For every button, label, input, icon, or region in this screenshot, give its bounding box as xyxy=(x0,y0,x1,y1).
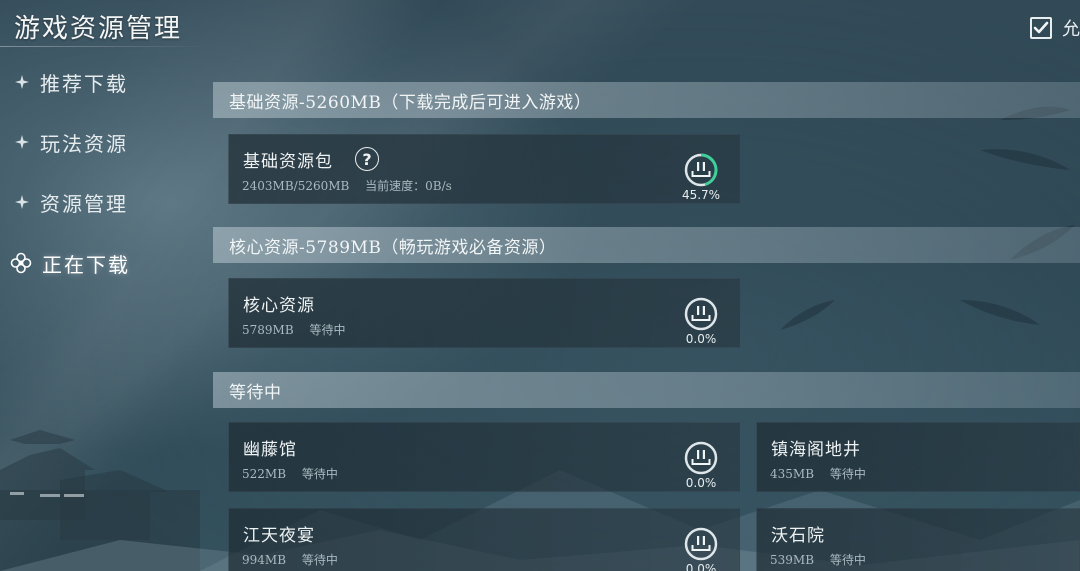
flower-icon xyxy=(10,252,32,274)
pause-icon xyxy=(691,306,711,321)
auto-download-toggle[interactable]: 允 xyxy=(1030,16,1080,40)
resource-name: 基础资源包 xyxy=(243,152,333,172)
resource-size: 5789MB xyxy=(242,323,294,337)
progress-percent: 0.0% xyxy=(685,476,717,490)
resource-size: 522MB xyxy=(242,467,287,481)
sidebar-item-label: 资源管理 xyxy=(40,191,128,216)
page-title: 游戏资源管理 xyxy=(14,14,183,44)
sidebar-item-label: 正在下载 xyxy=(42,252,130,277)
resource-meta: 994MB 等待中 xyxy=(242,551,338,568)
resource-status: 等待中 xyxy=(301,553,338,567)
sidebar-item-label: 推荐下载 xyxy=(40,71,128,96)
sidebar-item-label: 玩法资源 xyxy=(40,131,128,156)
resource-name: 镇海阁地井 xyxy=(771,440,861,460)
progress-ring xyxy=(684,297,718,331)
download-card-core[interactable]: 核心资源 5789MB 等待中 0.0% xyxy=(228,278,740,348)
progress-percent: 0.0% xyxy=(685,562,717,571)
sidebar-item-resource-management[interactable]: 资源管理 xyxy=(14,184,194,220)
resource-size: 994MB xyxy=(242,553,287,567)
resource-name: 幽藤馆 xyxy=(243,440,297,460)
sparkle-icon xyxy=(15,75,29,89)
pause-button[interactable]: 0.0% xyxy=(681,441,721,493)
sidebar-item-gameplay[interactable]: 玩法资源 xyxy=(14,124,194,160)
download-card-woshiyuan[interactable]: 沃石院 539MB 等待中 xyxy=(756,508,1080,571)
progress-percent: 45.7% xyxy=(681,188,721,202)
checkbox[interactable] xyxy=(1030,17,1052,39)
resource-name: 核心资源 xyxy=(243,296,315,316)
resource-meta: 2403MB/5260MB 当前速度：0B/s xyxy=(242,177,452,194)
download-speed: 当前速度：0B/s xyxy=(365,179,452,193)
resource-size: 435MB xyxy=(770,467,815,481)
pause-icon xyxy=(691,162,711,177)
download-card-jiangtianyeyan[interactable]: 江天夜宴 994MB 等待中 0.0% xyxy=(228,508,740,571)
resource-status: 等待中 xyxy=(829,553,866,567)
resource-size: 2403MB/5260MB xyxy=(242,179,350,193)
sparkle-icon xyxy=(15,135,29,149)
sidebar-item-downloading[interactable]: 正在下载 xyxy=(10,245,190,281)
resource-meta: 522MB 等待中 xyxy=(242,465,338,482)
sparkle-icon xyxy=(15,195,29,209)
pause-icon xyxy=(691,536,711,551)
progress-percent: 0.0% xyxy=(685,332,717,346)
resource-name: 沃石院 xyxy=(771,526,825,546)
progress-ring xyxy=(684,527,718,561)
resource-meta: 435MB 等待中 xyxy=(770,465,866,482)
resource-name: 江天夜宴 xyxy=(243,526,315,546)
resource-status: 等待中 xyxy=(301,467,338,481)
resource-meta: 5789MB 等待中 xyxy=(242,321,346,338)
pause-button[interactable]: 0.0% xyxy=(681,297,721,349)
section-header-core: 核心资源-5789MB（畅玩游戏必备资源） xyxy=(213,227,1080,263)
section-header-base: 基础资源-5260MB（下载完成后可进入游戏） xyxy=(213,82,1080,118)
progress-ring xyxy=(684,153,718,187)
resource-size: 539MB xyxy=(770,553,815,567)
help-button[interactable]: ? xyxy=(355,147,379,171)
download-card-zhenhaige[interactable]: 镇海阁地井 435MB 等待中 xyxy=(756,422,1080,492)
progress-ring xyxy=(684,441,718,475)
section-header-waiting: 等待中 xyxy=(213,372,1080,408)
pause-button[interactable]: 0.0% xyxy=(681,527,721,571)
toggle-label: 允 xyxy=(1062,19,1080,40)
download-card-youtengguan[interactable]: 幽藤馆 522MB 等待中 0.0% xyxy=(228,422,740,492)
title-underline xyxy=(0,46,210,47)
pause-button[interactable]: 45.7% xyxy=(681,153,721,205)
resource-meta: 539MB 等待中 xyxy=(770,551,866,568)
resource-status: 等待中 xyxy=(829,467,866,481)
resource-status: 等待中 xyxy=(309,323,346,337)
checkmark-icon xyxy=(1033,21,1049,34)
sidebar-item-recommended[interactable]: 推荐下载 xyxy=(14,64,194,100)
pause-icon xyxy=(691,450,711,465)
download-card-base-pack[interactable]: 基础资源包 ? 2403MB/5260MB 当前速度：0B/s 45.7% xyxy=(228,134,740,204)
